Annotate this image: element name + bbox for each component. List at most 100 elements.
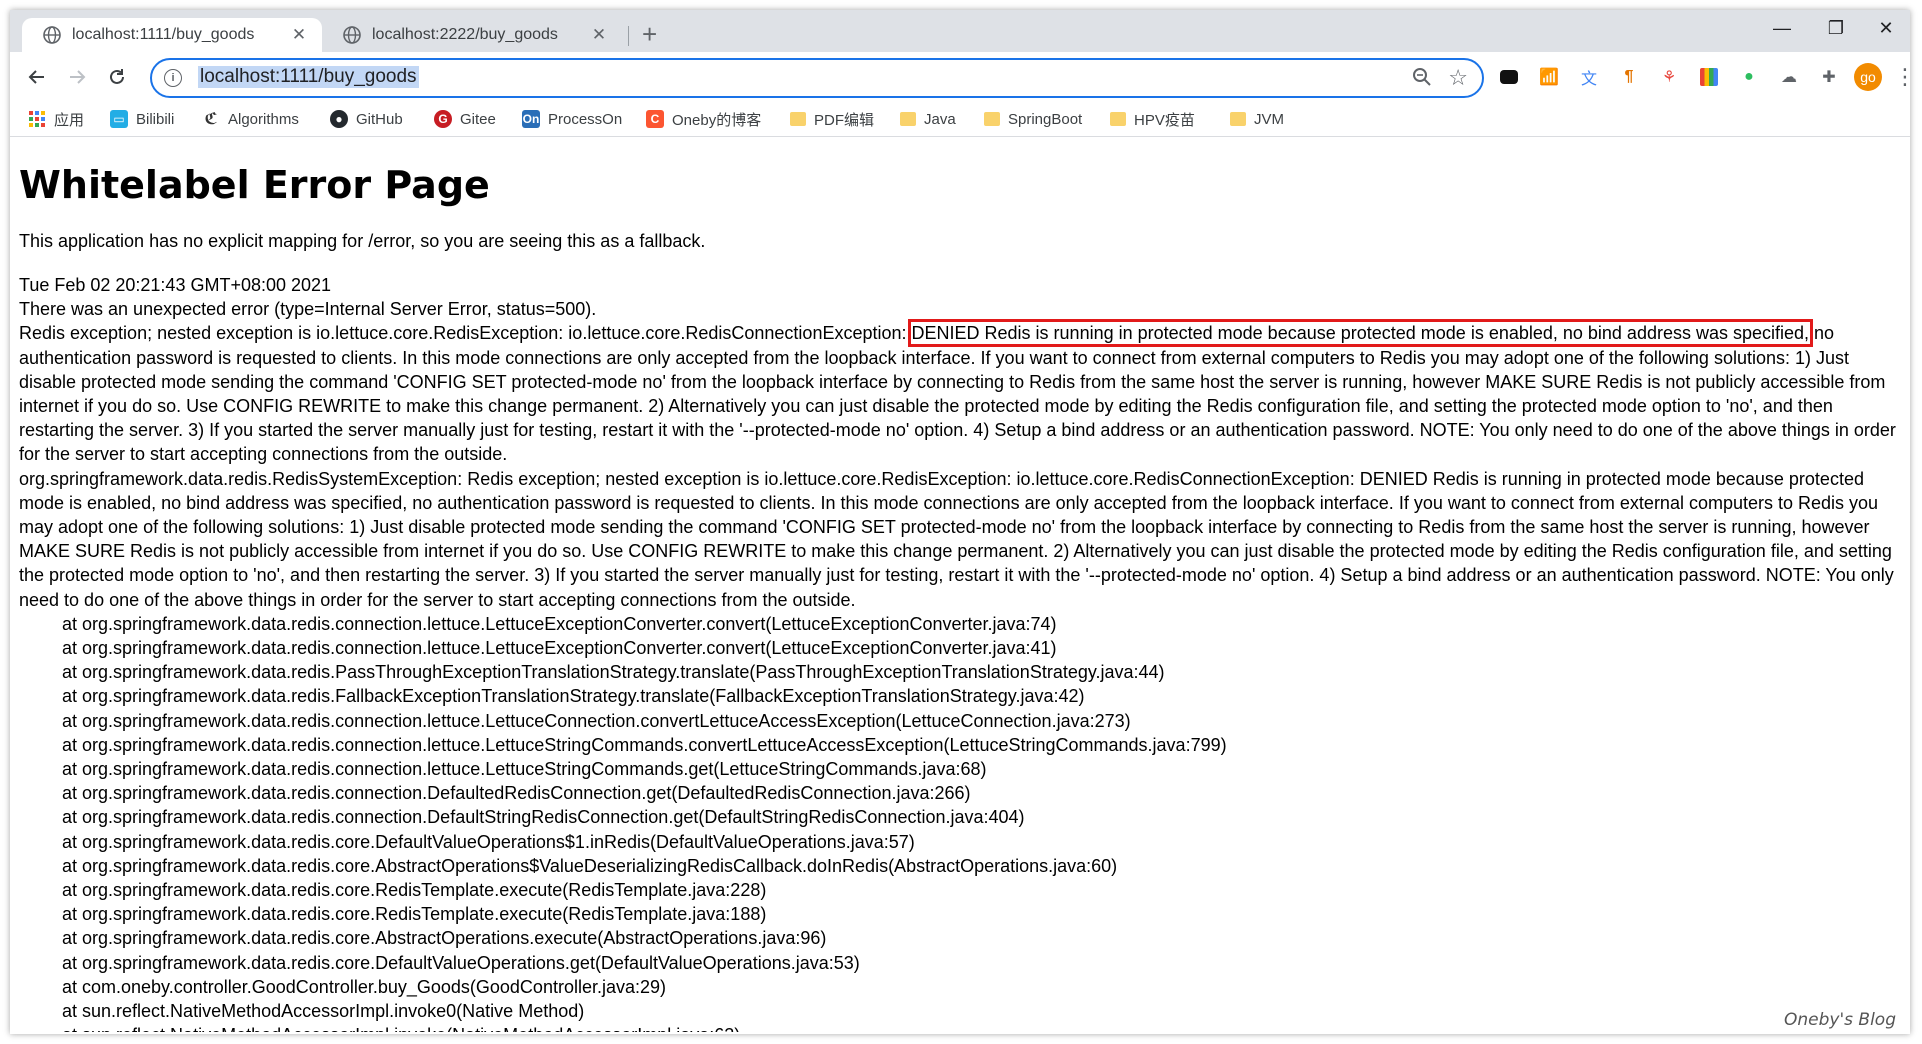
bookmark-star-icon[interactable]: ☆ [1448,65,1468,91]
system-exception-message: org.springframework.data.redis.RedisSyst… [19,468,1894,610]
bookmark-label: ProcessOn [548,110,623,128]
extension-tree-icon[interactable]: ⚘ [1658,66,1680,88]
error-timestamp: Tue Feb 02 20:21:43 GMT+08:00 2021 [19,275,332,295]
tab-title: localhost:1111/buy_goods [72,26,255,43]
exception-rest: no authentication password is requested … [19,323,1896,465]
tab-separator [628,26,629,46]
extension-evernote-icon[interactable]: ● [1738,66,1760,88]
stack-frame: at sun.reflect.NativeMethodAccessorImpl.… [19,1023,1899,1032]
menu-kebab-icon[interactable]: ⋮ [1894,64,1910,90]
browser-window: localhost:1111/buy_goods ✕ localhost:222… [10,10,1910,1034]
stack-trace: at org.springframework.data.redis.connec… [19,612,1899,1032]
stack-frame: at org.springframework.data.redis.core.R… [62,904,767,925]
csdn-icon: C [646,110,664,128]
close-window-button[interactable]: ✕ [1866,18,1906,39]
stack-frame: at org.springframework.data.redis.core.A… [62,855,1118,876]
bookmark-bilibili[interactable]: ▭ Bilibili [110,108,174,130]
reload-button[interactable] [102,62,132,92]
stack-frame: at org.springframework.data.redis.core.D… [62,831,915,852]
stack-frame: at org.springframework.data.redis.connec… [62,638,1057,659]
restore-button[interactable]: ❐ [1816,18,1856,39]
github-icon: ● [330,110,348,128]
zoom-icon[interactable] [1412,67,1432,87]
address-url[interactable]: localhost:1111/buy_goods [198,66,419,88]
bookmark-algorithms[interactable]: ℭ Algorithms [202,108,298,130]
exception-message: Redis exception; nested exception is io.… [19,319,1899,466]
highlighted-denied-message: DENIED Redis is running in protected mod… [907,319,1814,348]
forward-button[interactable] [62,62,92,92]
page-content: Whitelabel Error Page This application h… [19,137,1899,1032]
stack-frame: at org.springframework.data.redis.core.R… [62,880,767,901]
bookmark-folder-java[interactable]: Java [900,108,956,130]
bookmark-label: Oneby的博客 [672,111,762,129]
bookmark-label: PDF编辑 [814,111,875,129]
stack-frame: at org.springframework.data.redis.PassTh… [62,662,1165,683]
globe-icon [343,26,361,44]
stack-frame: at org.springframework.data.redis.connec… [62,807,1025,828]
apps-grid-icon [28,110,46,128]
algorithms-icon: ℭ [204,111,218,128]
tab-localhost-2222[interactable]: localhost:2222/buy_goods ✕ [322,18,622,52]
arrow-left-icon [28,70,44,84]
bookmark-folder-springboot[interactable]: SpringBoot [984,108,1082,130]
bookmark-processon[interactable]: On ProcessOn [522,108,622,130]
extension-wifi-icon[interactable]: 📶 [1538,66,1560,88]
page-title: Whitelabel Error Page [19,163,490,207]
minimize-button[interactable]: — [1762,18,1802,39]
bilibili-icon: ▭ [110,110,128,128]
bookmark-folder-hpv[interactable]: HPV疫苗 [1110,108,1195,130]
exception-prefix: Redis exception; nested exception is io.… [19,323,912,344]
folder-icon [790,112,806,126]
bookmark-gitee[interactable]: G Gitee [434,108,496,130]
tab-title: localhost:2222/buy_goods [372,26,558,43]
processon-icon: On [522,110,540,128]
bookmark-label: Java [924,110,956,128]
bookmark-label: SpringBoot [1008,110,1083,128]
bookmark-label: GitHub [356,110,403,128]
bookmarks-bar: 应用 ▭ Bilibili ℭ Algorithms ● GitHub G Gi… [10,102,1910,137]
stack-frame: at org.springframework.data.redis.connec… [62,759,987,780]
extension-translate-icon[interactable]: 文 [1578,66,1600,88]
folder-icon [984,112,1000,126]
extension-colorpicker-icon[interactable] [1698,66,1720,88]
bookmark-oneby-blog[interactable]: C Oneby的博客 [646,108,761,130]
address-bar[interactable]: i localhost:1111/buy_goods ☆ [150,58,1484,98]
back-button[interactable] [22,62,52,92]
folder-icon [900,112,916,126]
stack-frame: at org.springframework.data.redis.Fallba… [62,686,1085,707]
bookmark-folder-jvm[interactable]: JVM [1230,108,1284,130]
error-details: Tue Feb 02 20:21:43 GMT+08:00 2021 There… [19,273,1899,1032]
fallback-message: This application has no explicit mapping… [19,231,706,251]
extension-tampermonkey-icon[interactable] [1498,66,1520,88]
stack-frame: at org.springframework.data.redis.connec… [62,613,1057,634]
tab-localhost-1111[interactable]: localhost:1111/buy_goods ✕ [22,18,322,52]
bookmark-label: HPV疫苗 [1134,111,1195,129]
stack-frame: at sun.reflect.NativeMethodAccessorImpl.… [62,1001,585,1022]
stack-frame: at org.springframework.data.redis.connec… [62,783,971,804]
globe-icon [43,26,61,44]
bookmark-label: 应用 [54,111,85,129]
stack-frame: at com.oneby.controller.GoodController.b… [62,976,667,997]
folder-icon [1230,112,1246,126]
bookmark-apps[interactable]: 应用 [28,108,84,130]
extension-cloud-icon[interactable]: ☁ [1778,66,1800,88]
error-summary: There was an unexpected error (type=Inte… [19,299,597,320]
bookmark-folder-pdf[interactable]: PDF编辑 [790,108,874,130]
gitee-icon: G [434,110,452,128]
bookmark-label: Gitee [460,110,496,128]
stack-frame: at org.springframework.data.redis.connec… [62,734,1227,755]
arrow-right-icon [70,70,86,84]
new-tab-button[interactable]: + [642,21,657,47]
extension-paragraph-icon[interactable]: ¶ [1618,66,1640,88]
profile-avatar[interactable]: go [1854,63,1882,91]
close-icon[interactable]: ✕ [586,25,612,45]
bookmark-github[interactable]: ● GitHub [330,108,403,130]
info-icon[interactable]: i [164,69,182,87]
folder-icon [1110,112,1126,126]
reload-icon [110,69,124,84]
stack-frame: at org.springframework.data.redis.connec… [62,710,1131,731]
close-icon[interactable]: ✕ [286,25,312,45]
watermark: Oneby's Blog [1784,1010,1896,1030]
stack-frame: at org.springframework.data.redis.core.D… [62,952,860,973]
extensions-puzzle-icon[interactable]: ✚ [1818,66,1840,88]
